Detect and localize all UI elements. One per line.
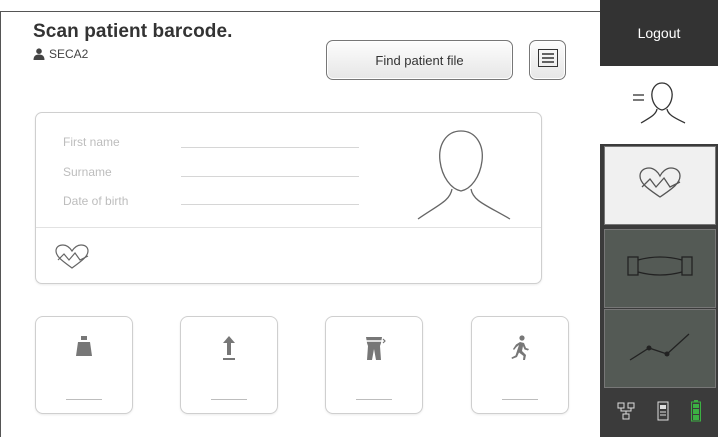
sidebar-item-bioimpedance[interactable] — [604, 229, 716, 308]
heart-rate-icon — [54, 244, 90, 275]
weight-tile[interactable] — [35, 316, 133, 414]
heart-rate-icon — [637, 167, 683, 204]
dob-field — [181, 204, 359, 205]
height-icon — [181, 335, 277, 361]
hamburger-icon — [537, 48, 558, 72]
body-measure-value — [356, 399, 392, 400]
first-name-field — [181, 147, 359, 148]
height-tile[interactable] — [180, 316, 278, 414]
activity-icon — [472, 335, 568, 361]
body-measure-tile[interactable] — [325, 316, 423, 414]
app-frame: Scan patient barcode. SECA2 Find patient… — [0, 0, 718, 437]
card-divider — [36, 227, 541, 228]
device-icon — [657, 401, 669, 426]
patient-avatar-icon — [416, 125, 516, 226]
patient-card[interactable]: First name Surname Date of birth — [35, 112, 542, 284]
user-name: SECA2 — [49, 47, 89, 61]
logout-button[interactable]: Logout — [600, 0, 718, 66]
trend-chart-icon — [627, 328, 693, 369]
activity-value — [502, 399, 538, 400]
find-patient-file-button[interactable]: Find patient file — [326, 40, 513, 80]
dob-label: Date of birth — [63, 194, 129, 208]
height-value — [211, 399, 247, 400]
sidebar-item-heart-rate[interactable] — [604, 146, 716, 225]
menu-button[interactable] — [529, 40, 566, 80]
user-icon — [33, 48, 45, 60]
activity-tile[interactable] — [471, 316, 569, 414]
battery-icon — [691, 400, 701, 427]
body-measure-icon — [326, 335, 422, 361]
surname-field — [181, 176, 359, 177]
sidebar-item-trend[interactable] — [604, 309, 716, 388]
bioimpedance-icon — [627, 254, 693, 283]
sidebar-item-patient[interactable] — [600, 66, 718, 144]
patient-list-icon — [631, 81, 687, 130]
surname-label: Surname — [63, 165, 112, 179]
status-bar — [600, 390, 718, 437]
page-title: Scan patient barcode. — [33, 21, 233, 42]
first-name-label: First name — [63, 135, 120, 149]
current-user: SECA2 — [33, 47, 88, 61]
sidebar: Logout — [600, 0, 718, 437]
network-icon — [617, 402, 635, 425]
weight-value — [66, 399, 102, 400]
weight-icon — [36, 335, 132, 357]
